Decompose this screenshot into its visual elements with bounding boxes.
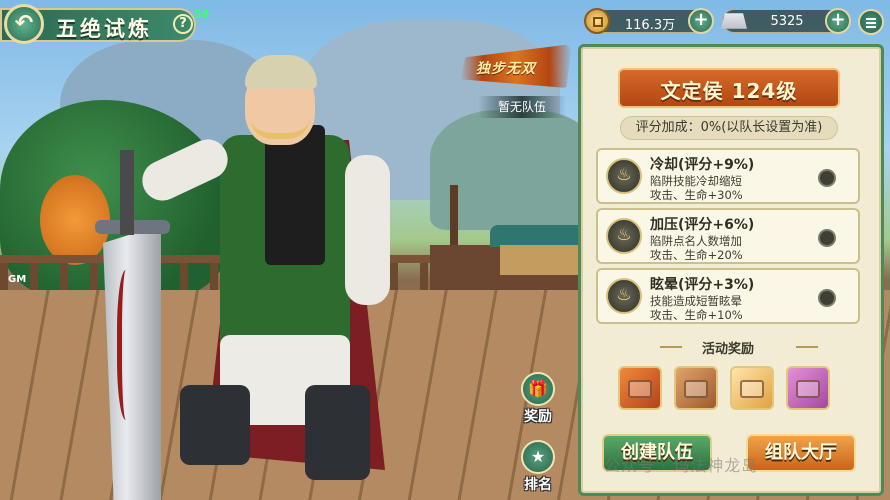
silver-amount: 5325 [770, 14, 804, 29]
buff-cooldown[interactable]: ♨ 冷却(评分+9%) 陷阱技能冷却缩短 攻击、生命+30% [596, 148, 860, 204]
fps-counter: 58 [194, 8, 210, 21]
watermark: 公众号 · 玛法神龙岛 [604, 456, 759, 475]
flame-emblem-icon: ♨ [606, 278, 642, 314]
wooden-chest-icon[interactable] [674, 366, 718, 410]
silver-currency: 5325 + [721, 8, 851, 34]
team-status: 暂无队伍 [478, 96, 566, 118]
gold-amount: 116.3万 [624, 18, 676, 33]
rewards-label: 奖励 [524, 409, 552, 425]
buff-toggle[interactable] [818, 229, 836, 247]
team-hall-button[interactable]: 组队大厅 [746, 434, 856, 472]
help-button[interactable]: ? [173, 14, 193, 34]
buff-name: 眩晕(评分+3%) [650, 277, 755, 293]
title-badge: 独步无双 [476, 61, 536, 77]
cake-icon[interactable] [786, 366, 830, 410]
score-bonus: 评分加成：0%(以队长设置为准) [620, 116, 838, 140]
red-chest-icon[interactable] [618, 366, 662, 410]
back-arrow-icon[interactable]: ↶ [4, 4, 44, 44]
buff-toggle[interactable] [818, 169, 836, 187]
page-title: 五绝试炼 [56, 16, 152, 41]
rewards-button[interactable]: 🎁 奖励 [514, 372, 562, 428]
menu-icon[interactable] [858, 9, 884, 35]
rank-icon: ★ [521, 440, 555, 474]
buff-name: 加压(评分+6%) [650, 217, 755, 233]
ranking-label: 排名 [524, 477, 552, 493]
coin-icon [584, 8, 610, 34]
boss-title: 文定侯 124级 [660, 79, 798, 103]
character-model [95, 55, 435, 500]
reward-section-title: 活动奖励 [701, 342, 754, 357]
ranking-button[interactable]: ★ 排名 [514, 440, 562, 496]
add-silver-button[interactable]: + [825, 8, 851, 34]
gift-icon: 🎁 [521, 372, 555, 406]
buff-desc: 攻击、生命+30% [650, 188, 743, 202]
flame-emblem-icon: ♨ [606, 218, 642, 254]
buff-name: 冷却(评分+9%) [650, 157, 755, 173]
buff-desc: 攻击、生命+20% [650, 248, 743, 262]
buff-desc: 攻击、生命+10% [650, 308, 743, 322]
gold-currency: 116.3万 + [584, 8, 714, 34]
gold-gift-box-icon[interactable] [730, 366, 774, 410]
buff-pressure[interactable]: ♨ 加压(评分+6%) 陷阱点名人数增加 攻击、生命+20% [596, 208, 860, 264]
buff-toggle[interactable] [818, 289, 836, 307]
buff-stun[interactable]: ♨ 眩晕(评分+3%) 技能造成短暂眩晕 攻击、生命+10% [596, 268, 860, 324]
divider [796, 346, 818, 348]
add-gold-button[interactable]: + [688, 8, 714, 34]
gm-tag: GM [8, 274, 27, 285]
flame-emblem-icon: ♨ [606, 158, 642, 194]
